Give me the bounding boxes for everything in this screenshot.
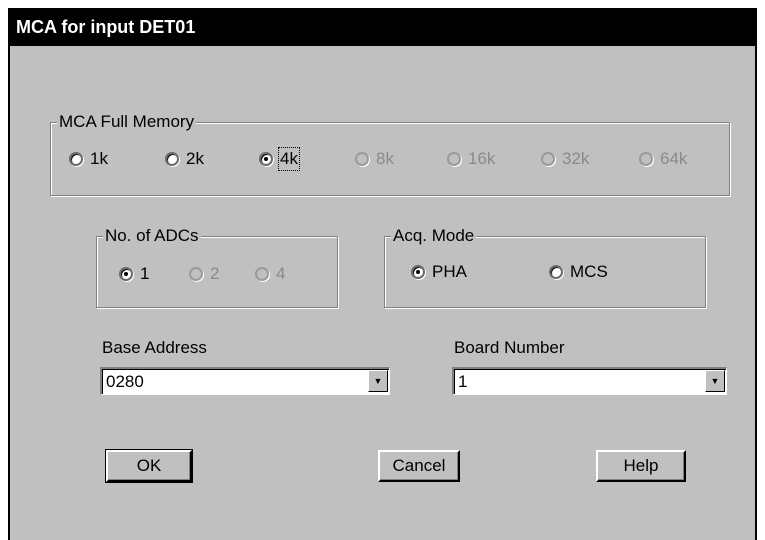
adcs-option-label: 2 xyxy=(210,264,220,283)
ok-button[interactable]: OK xyxy=(105,449,193,483)
memory-option-1k[interactable]: 1k xyxy=(69,149,108,169)
adcs-group-label: No. of ADCs xyxy=(103,226,201,246)
memory-option-label: 16k xyxy=(468,149,496,168)
adcs-option-4[interactable]: 4 xyxy=(255,264,285,284)
radio-circle-icon xyxy=(165,152,179,166)
radio-circle-icon xyxy=(189,267,203,281)
base-address-label: Base Address xyxy=(102,338,207,357)
dropdown-arrow-icon[interactable]: ▼ xyxy=(368,370,388,392)
mca-dialog: MCA for input DET01 MCA Full Memory 1k 2… xyxy=(8,8,757,540)
acq-mode-group-label: Acq. Mode xyxy=(391,226,477,246)
memory-option-label: 1k xyxy=(90,149,108,168)
radio-circle-icon xyxy=(549,265,563,279)
dropdown-arrow-icon[interactable]: ▼ xyxy=(705,370,725,392)
acq-mode-option-label: PHA xyxy=(432,262,467,281)
acq-mode-group: Acq. Mode PHA MCS xyxy=(384,226,706,308)
memory-group-label: MCA Full Memory xyxy=(57,112,197,132)
board-number-select[interactable]: 1 ▼ xyxy=(452,367,727,395)
memory-option-label: 2k xyxy=(186,149,204,168)
memory-option-32k[interactable]: 32k xyxy=(541,149,589,169)
memory-option-2k[interactable]: 2k xyxy=(165,149,204,169)
base-address-select[interactable]: 0280 ▼ xyxy=(100,367,390,395)
radio-checked-icon xyxy=(119,267,133,281)
memory-group: MCA Full Memory 1k 2k 4k 8k 16k 32k 64k xyxy=(50,112,730,196)
memory-option-label: 64k xyxy=(660,149,688,168)
adcs-option-1[interactable]: 1 xyxy=(119,264,149,284)
base-address-value: 0280 xyxy=(106,372,144,391)
adcs-option-label: 4 xyxy=(276,264,286,283)
memory-option-label: 32k xyxy=(562,149,590,168)
window-title: MCA for input DET01 xyxy=(10,8,755,46)
radio-circle-icon xyxy=(541,152,555,166)
acq-mode-option-label: MCS xyxy=(570,262,608,281)
help-button[interactable]: Help xyxy=(596,450,686,482)
memory-option-64k[interactable]: 64k xyxy=(639,149,687,169)
board-number-value: 1 xyxy=(458,372,468,391)
adcs-option-2[interactable]: 2 xyxy=(189,264,219,284)
radio-circle-icon xyxy=(447,152,461,166)
radio-checked-icon xyxy=(411,265,425,279)
radio-circle-icon xyxy=(355,152,369,166)
cancel-button[interactable]: Cancel xyxy=(378,450,460,482)
adcs-group: No. of ADCs 1 2 4 xyxy=(96,226,338,308)
adcs-option-label: 1 xyxy=(140,264,150,283)
board-number-label: Board Number xyxy=(454,338,565,357)
acq-mode-option-mcs[interactable]: MCS xyxy=(549,262,608,282)
memory-option-16k[interactable]: 16k xyxy=(447,149,495,169)
memory-option-4k[interactable]: 4k xyxy=(259,147,300,171)
radio-circle-icon xyxy=(255,267,269,281)
memory-option-label: 8k xyxy=(376,149,394,168)
radio-checked-icon xyxy=(259,152,273,166)
radio-circle-icon xyxy=(69,152,83,166)
memory-option-8k[interactable]: 8k xyxy=(355,149,394,169)
acq-mode-option-pha[interactable]: PHA xyxy=(411,262,467,282)
memory-option-label: 4k xyxy=(278,147,300,171)
radio-circle-icon xyxy=(639,152,653,166)
